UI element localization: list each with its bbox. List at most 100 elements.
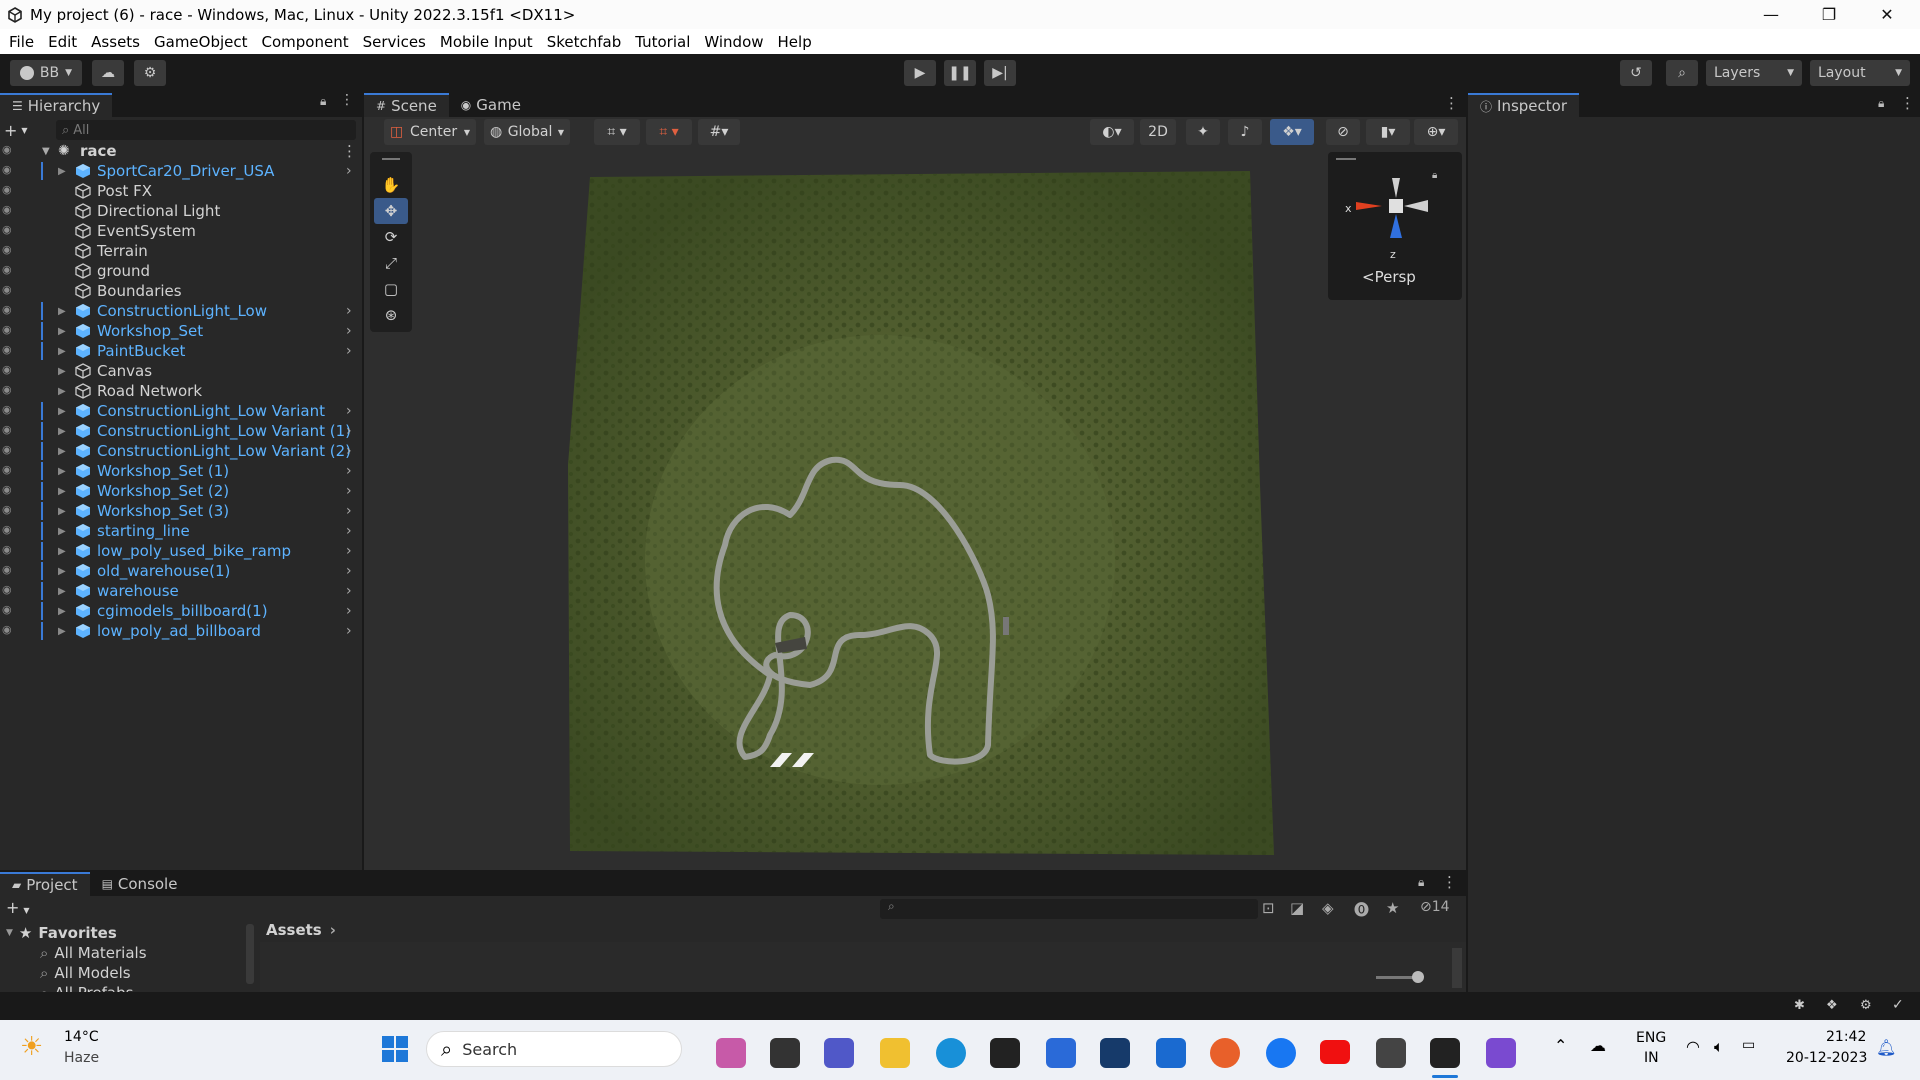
- chevron-right-icon[interactable]: ›: [346, 343, 352, 359]
- more-options-icon[interactable]: ⋮: [1900, 94, 1915, 112]
- triangle-right-icon[interactable]: ▶: [58, 366, 66, 377]
- menu-services[interactable]: Services: [356, 33, 433, 51]
- wifi-icon[interactable]: ◠: [1686, 1037, 1700, 1056]
- hierarchy-item[interactable]: ◉ Terrain: [0, 241, 361, 261]
- chevron-right-icon[interactable]: ›: [346, 623, 352, 639]
- volume-icon[interactable]: 🔈︎: [1714, 1037, 1724, 1057]
- hierarchy-item[interactable]: ◉ ▶ starting_line ›: [0, 521, 361, 541]
- pivot-dropdown[interactable]: ◫ Center ▼: [384, 119, 476, 145]
- triangle-right-icon[interactable]: ▶: [58, 166, 66, 177]
- hierarchy-item[interactable]: ◉ ▶ warehouse ›: [0, 581, 361, 601]
- visibility-icon[interactable]: ◉: [2, 323, 18, 339]
- create-asset-dropdown[interactable]: + ▼: [6, 898, 30, 917]
- visibility-icon[interactable]: ◉: [2, 503, 18, 519]
- triangle-right-icon[interactable]: ▶: [58, 586, 66, 597]
- clock-date[interactable]: 20-12-2023: [1786, 1050, 1867, 1066]
- menu-file[interactable]: File: [2, 33, 41, 51]
- hidden-objects-toggle[interactable]: ⊘: [1326, 119, 1360, 145]
- visibility-icon[interactable]: ◉: [2, 483, 18, 499]
- hierarchy-item[interactable]: ◉ ▶ Canvas: [0, 361, 361, 381]
- fav-item-models[interactable]: ⌕ All Models: [40, 964, 131, 982]
- chevron-right-icon[interactable]: ›: [346, 423, 352, 439]
- lighting-toggle[interactable]: ✦: [1186, 119, 1220, 145]
- rotate-tool[interactable]: ⟳: [374, 224, 408, 250]
- create-dropdown[interactable]: + ▼: [4, 120, 40, 140]
- effects-dropdown[interactable]: ❖▾: [1270, 119, 1314, 145]
- chevron-right-icon[interactable]: ›: [346, 543, 352, 559]
- rect-tool[interactable]: ▢: [374, 276, 408, 302]
- chevron-right-icon[interactable]: ›: [346, 303, 352, 319]
- chevron-right-icon[interactable]: ›: [346, 163, 352, 179]
- grid-snap-button[interactable]: ⌗ ▾: [594, 119, 640, 145]
- hierarchy-item[interactable]: ◉ Directional Light: [0, 201, 361, 221]
- assets-breadcrumb[interactable]: Assets ›: [262, 920, 1462, 940]
- layers-status-icon[interactable]: ❖: [1826, 998, 1838, 1013]
- triangle-right-icon[interactable]: ▶: [58, 306, 66, 317]
- favorites-scrollbar[interactable]: [246, 924, 254, 984]
- lock-icon[interactable]: 🔒︎: [1878, 96, 1884, 111]
- battery-icon[interactable]: ▭: [1742, 1037, 1755, 1053]
- hierarchy-item[interactable]: ◉ ▶ Workshop_Set ›: [0, 321, 361, 341]
- scale-tool[interactable]: ⤢: [374, 250, 408, 276]
- debug-icon[interactable]: ✱: [1794, 998, 1805, 1013]
- draw-mode-dropdown[interactable]: ◐▾: [1090, 119, 1134, 145]
- visibility-icon[interactable]: ◉: [2, 583, 18, 599]
- hierarchy-item[interactable]: ◉ ▶ SportCar20_Driver_USA ›: [0, 161, 361, 181]
- chevron-right-icon[interactable]: ›: [346, 403, 352, 419]
- terrain-view[interactable]: [560, 165, 1280, 865]
- triangle-right-icon[interactable]: ▶: [58, 446, 66, 457]
- undo-history-button[interactable]: ↺: [1620, 60, 1652, 86]
- account-dropdown[interactable]: BB ▼: [10, 60, 82, 86]
- file-explorer-icon[interactable]: [880, 1038, 910, 1068]
- language-secondary[interactable]: IN: [1644, 1050, 1659, 1066]
- notification-icon[interactable]: 🔔︎: [1876, 1038, 1896, 1057]
- triangle-right-icon[interactable]: ▶: [58, 526, 66, 537]
- unity-editor-icon[interactable]: [1430, 1038, 1460, 1068]
- hierarchy-item[interactable]: ◉ ▶ Workshop_Set (1) ›: [0, 461, 361, 481]
- teams-icon[interactable]: [824, 1038, 854, 1068]
- youtube-icon[interactable]: [1320, 1040, 1350, 1064]
- visibility-icon[interactable]: ◉: [2, 303, 18, 319]
- visibility-icon[interactable]: ◉: [2, 623, 18, 639]
- grid-settings-button[interactable]: #▾: [698, 119, 740, 145]
- onedrive-icon[interactable]: ☁: [1590, 1036, 1606, 1055]
- task-view-icon[interactable]: [770, 1038, 800, 1068]
- menu-component[interactable]: Component: [255, 33, 356, 51]
- orientation-gizmo[interactable]: 🔒︎ x z <Persp: [1328, 152, 1462, 300]
- hand-tool[interactable]: ✋: [374, 172, 408, 198]
- visibility-icon[interactable]: ◉: [2, 263, 18, 279]
- visibility-icon[interactable]: ◉: [2, 343, 18, 359]
- chevron-right-icon[interactable]: ›: [346, 583, 352, 599]
- label-filter-icon[interactable]: ◈: [1322, 899, 1334, 917]
- triangle-right-icon[interactable]: ▶: [58, 546, 66, 557]
- visibility-icon[interactable]: ◉: [2, 243, 18, 259]
- hierarchy-item[interactable]: ◉ EventSystem: [0, 221, 361, 241]
- search-button[interactable]: ⌕: [1666, 60, 1698, 86]
- menu-mobile-input[interactable]: Mobile Input: [433, 33, 540, 51]
- drag-handle[interactable]: [1336, 158, 1356, 160]
- transform-tool[interactable]: ⊛: [374, 302, 408, 328]
- menu-assets[interactable]: Assets: [84, 33, 147, 51]
- copilot-icon[interactable]: [716, 1038, 746, 1068]
- assets-scrollbar[interactable]: [1452, 948, 1462, 988]
- maximize-button[interactable]: ❐: [1800, 0, 1858, 29]
- hierarchy-item[interactable]: ◉ ▶ low_poly_used_bike_ramp ›: [0, 541, 361, 561]
- menu-sketchfab[interactable]: Sketchfab: [540, 33, 629, 51]
- visibility-icon[interactable]: ◉: [2, 523, 18, 539]
- move-tool[interactable]: ✥: [374, 198, 408, 224]
- visibility-icon[interactable]: ◉: [2, 143, 18, 159]
- type-filter-icon[interactable]: ◪: [1290, 899, 1304, 917]
- chevron-right-icon[interactable]: ›: [346, 443, 352, 459]
- tab-inspector[interactable]: ⓘ Inspector: [1468, 93, 1579, 117]
- visibility-icon[interactable]: ◉: [2, 203, 18, 219]
- visibility-icon[interactable]: ◉: [2, 543, 18, 559]
- hierarchy-item[interactable]: ◉ ▶ old_warehouse(1) ›: [0, 561, 361, 581]
- more-options-icon[interactable]: ⋮: [1444, 94, 1459, 112]
- gizmos-dropdown[interactable]: ⊕▾: [1414, 119, 1458, 145]
- cloud-button[interactable]: ☁: [92, 60, 124, 86]
- cache-icon[interactable]: ⚙: [1860, 998, 1872, 1013]
- layout-dropdown[interactable]: Layout ▼: [1810, 60, 1910, 86]
- hierarchy-item[interactable]: ◉ ▶ PaintBucket ›: [0, 341, 361, 361]
- weather-widget[interactable]: ☀: [20, 1032, 52, 1064]
- menu-gameobject[interactable]: GameObject: [147, 33, 255, 51]
